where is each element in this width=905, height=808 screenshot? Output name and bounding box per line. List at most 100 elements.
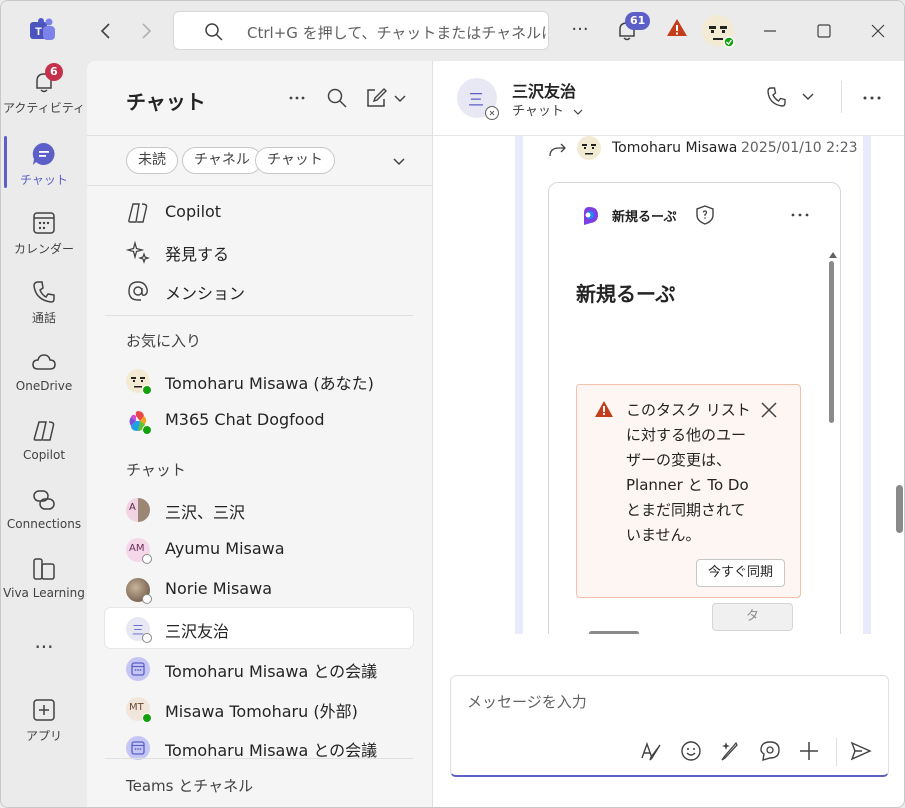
quick-item-copilot[interactable]: Copilot xyxy=(105,192,413,232)
more-options-button[interactable]: ··· xyxy=(566,16,594,44)
photo-avatar xyxy=(126,578,152,604)
rail-more-button[interactable]: ··· xyxy=(1,635,87,665)
chat-list-panel: チャット 未読 チャネル チャット Copilot 発見する メンション お気に… xyxy=(87,61,433,807)
avatar-initials: MT xyxy=(129,702,144,713)
filter-unread[interactable]: 未読 xyxy=(126,147,178,174)
divider xyxy=(105,315,413,316)
chat-item[interactable]: Tomoharu Misawa との会議 xyxy=(105,648,413,688)
svg-text:T: T xyxy=(35,26,42,38)
divider xyxy=(87,135,433,136)
sync-now-button[interactable]: 今すぐ同期 xyxy=(696,559,786,587)
teams-window: T Ctrl+G を押して、チャットまたはチャネルに直接移動 ··· 61 xyxy=(0,0,905,808)
quick-item-discover[interactable]: 発見する xyxy=(105,231,413,271)
rail-item-chat[interactable]: チャット xyxy=(1,141,87,205)
cloud-icon xyxy=(32,354,56,370)
chat-more-button[interactable] xyxy=(861,87,883,113)
chat-avatar[interactable]: 三 xyxy=(457,78,499,120)
message-timestamp: 2025/01/10 2:23 xyxy=(741,140,858,156)
rail-item-calls[interactable]: 通話 xyxy=(1,279,87,343)
minimize-button[interactable] xyxy=(758,19,782,43)
call-button[interactable] xyxy=(765,85,817,113)
rail-item-onedrive[interactable]: OneDrive xyxy=(1,349,87,413)
rail-label: Connections xyxy=(6,517,82,531)
format-icon[interactable] xyxy=(639,739,663,763)
chevron-down-icon xyxy=(573,109,583,115)
user-avatar[interactable] xyxy=(701,14,735,48)
rail-label: 通話 xyxy=(31,311,56,325)
filter-chats[interactable]: チャット xyxy=(255,147,335,174)
card-more-button[interactable] xyxy=(789,204,811,230)
divider xyxy=(836,738,837,766)
chat-name: Tomoharu Misawa との会議 xyxy=(165,662,378,681)
chat-item[interactable]: Tomoharu Misawa との会議 xyxy=(105,727,413,767)
meeting-calendar-icon xyxy=(126,657,150,681)
chat-item[interactable]: A 三沢、三沢 xyxy=(105,489,413,529)
warning-message: このタスク リストに対する他のユーザーの変更は、Planner と To Do … xyxy=(626,401,751,544)
forward-button[interactable] xyxy=(134,19,158,43)
panel-more-button[interactable] xyxy=(286,87,308,109)
card-scrollbar-thumb[interactable] xyxy=(829,261,834,423)
search-placeholder: Ctrl+G を押して、チャットまたはチャネルに直接移動 xyxy=(247,24,547,42)
sparkle-icon xyxy=(125,240,150,264)
back-button[interactable] xyxy=(94,19,118,43)
chat-item[interactable]: AM Ayumu Misawa xyxy=(105,529,413,569)
divider xyxy=(841,81,842,113)
chat-item[interactable]: MT Misawa Tomoharu (外部) xyxy=(105,688,413,728)
rail-item-apps[interactable]: アプリ xyxy=(1,697,87,761)
chat-name: Tomoharu Misawa (あなた) xyxy=(165,374,374,393)
chat-name: Ayumu Misawa xyxy=(165,539,285,558)
partial-button[interactable]: タ xyxy=(712,603,793,631)
panel-search-button[interactable] xyxy=(326,87,348,109)
activity-count-badge: 61 xyxy=(625,12,651,30)
rail-item-connections[interactable]: Connections xyxy=(1,487,87,551)
loop-app-name: 新規るーぷ xyxy=(612,210,677,225)
quick-item-mentions[interactable]: メンション xyxy=(105,270,413,310)
filter-channels[interactable]: チャネル xyxy=(182,147,262,174)
favorites-section-label[interactable]: お気に入り xyxy=(126,330,201,351)
maximize-button[interactable] xyxy=(812,19,836,43)
chat-pane: 三 三沢友治 チャット Tomoharu Misawa 2025/01/10 2… xyxy=(433,61,904,807)
add-apps-icon xyxy=(33,699,55,721)
search-box[interactable]: Ctrl+G を押して、チャットまたはチャネルに直接移動 xyxy=(173,11,549,50)
rail-item-calendar[interactable]: カレンダー xyxy=(1,210,87,274)
send-icon[interactable] xyxy=(849,739,873,763)
loop-compose-icon[interactable] xyxy=(758,739,782,763)
rail-item-copilot[interactable]: Copilot xyxy=(1,418,87,482)
card-horizontal-scrollbar-thumb[interactable] xyxy=(589,631,639,634)
activity-bell-button[interactable]: 61 xyxy=(613,12,651,44)
message-scrollbar-thumb[interactable] xyxy=(896,485,903,533)
divider xyxy=(105,758,413,759)
add-attachment-icon[interactable] xyxy=(797,739,821,763)
presence-offline-icon xyxy=(485,106,499,120)
chat-item-selected[interactable]: 三 三沢友治 xyxy=(105,608,413,648)
shield-icon[interactable] xyxy=(694,204,716,230)
copilot-icon xyxy=(33,421,55,441)
compose-box[interactable]: メッセージを入力 xyxy=(450,675,889,777)
new-chat-button[interactable] xyxy=(365,87,407,109)
warning-icon[interactable] xyxy=(665,16,693,44)
rail-item-activity[interactable]: 6 アクティビティ xyxy=(1,63,87,133)
presence-offline-icon xyxy=(142,594,152,604)
emoji-icon[interactable] xyxy=(679,739,703,763)
rail-item-viva-learning[interactable]: Viva Learning xyxy=(1,556,87,620)
quick-item-label: Copilot xyxy=(165,202,222,221)
dismiss-warning-button[interactable] xyxy=(759,400,779,424)
calendar-icon xyxy=(33,212,55,234)
sender-avatar[interactable] xyxy=(577,136,601,160)
favorite-m365[interactable]: M365 Chat Dogfood xyxy=(105,400,413,440)
chat-subtitle[interactable]: チャット xyxy=(512,100,584,119)
rail-label: カレンダー xyxy=(13,242,74,256)
close-window-button[interactable] xyxy=(866,19,890,43)
copilot-write-icon[interactable] xyxy=(718,739,742,763)
connections-icon xyxy=(33,490,55,510)
filter-expand-chevron-icon[interactable] xyxy=(390,152,408,174)
loop-title: 新規るーぷ xyxy=(576,282,676,306)
rail-label: Viva Learning xyxy=(3,586,85,600)
chat-item[interactable]: Norie Misawa xyxy=(105,569,413,609)
chats-section-label[interactable]: チャット xyxy=(126,459,186,480)
favorite-self[interactable]: Tomoharu Misawa (あなた) xyxy=(105,360,413,400)
avatar-initials: AM xyxy=(129,543,145,554)
scroll-up-arrow-icon[interactable] xyxy=(829,247,837,258)
teams-channels-section-label[interactable]: Teams とチャネル xyxy=(126,775,253,796)
chat-name: 三沢、三沢 xyxy=(165,503,246,522)
